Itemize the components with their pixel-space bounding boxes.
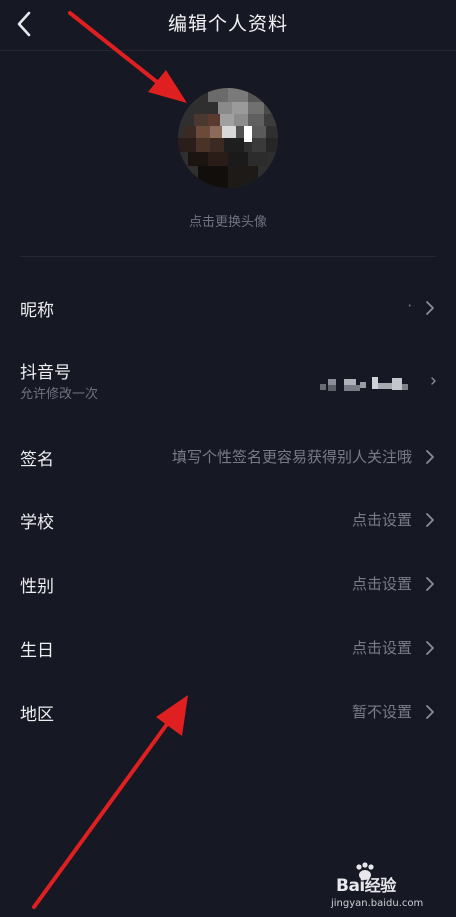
chevron-right-icon xyxy=(431,377,436,385)
row-gender[interactable]: 性别 点击设置 xyxy=(0,556,456,612)
chevron-right-icon xyxy=(426,301,434,315)
avatar-image xyxy=(178,88,278,188)
nickname-value: · xyxy=(407,297,412,315)
gender-label: 性别 xyxy=(20,577,54,597)
signature-label: 签名 xyxy=(20,450,54,470)
row-nickname[interactable]: 昵称 · xyxy=(0,280,456,336)
nav-bar: 编辑个人资料 xyxy=(0,0,456,51)
school-value: 点击设置 xyxy=(351,511,412,529)
avatar[interactable] xyxy=(178,88,278,188)
chevron-right-icon xyxy=(426,450,434,464)
baidu-watermark: Bai经验 jingyan.baidu.com xyxy=(326,862,426,914)
signature-value: 填写个性签名更容易获得别人关注哦 xyxy=(171,448,412,466)
row-signature[interactable]: 签名 填写个性签名更容易获得别人关注哦 xyxy=(0,429,456,485)
birthday-value: 点击设置 xyxy=(351,639,412,657)
birthday-label: 生日 xyxy=(20,641,54,661)
row-region[interactable]: 地区 暂不设置 xyxy=(0,684,456,740)
gender-value: 点击设置 xyxy=(351,575,412,593)
douyin-id-value-redacted xyxy=(320,377,408,391)
row-douyin-id[interactable]: 抖音号 允许修改一次 xyxy=(0,352,456,408)
nickname-label: 昵称 xyxy=(20,301,54,321)
page-title: 编辑个人资料 xyxy=(167,13,288,35)
chevron-right-icon xyxy=(426,577,434,591)
douyin-id-label: 抖音号 xyxy=(20,363,71,383)
chevron-right-icon xyxy=(426,641,434,655)
region-label: 地区 xyxy=(20,705,54,725)
row-birthday[interactable]: 生日 点击设置 xyxy=(0,620,456,676)
watermark-brand: Bai经验 xyxy=(336,876,396,896)
region-value: 暂不设置 xyxy=(351,703,412,721)
school-label: 学校 xyxy=(20,513,54,533)
change-avatar-link[interactable]: 点击更换头像 xyxy=(0,211,456,230)
douyin-id-hint: 允许修改一次 xyxy=(20,387,99,402)
row-school[interactable]: 学校 点击设置 xyxy=(0,492,456,548)
watermark-url: jingyan.baidu.com xyxy=(331,898,424,909)
chevron-right-icon xyxy=(426,705,434,719)
divider xyxy=(20,256,436,257)
chevron-right-icon xyxy=(426,513,434,527)
